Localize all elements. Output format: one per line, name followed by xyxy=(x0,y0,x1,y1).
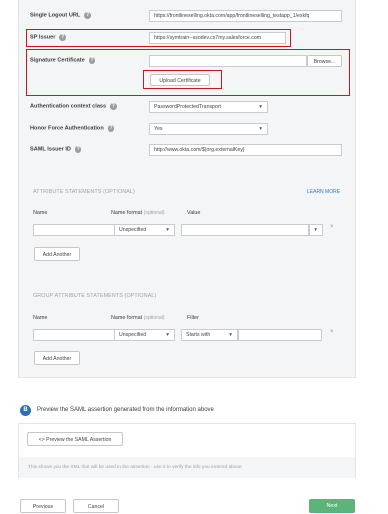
preview-heading: Preview the SAML assertion generated fro… xyxy=(37,407,214,413)
code-icon: <> xyxy=(38,437,45,443)
group-format-header-text: Name format xyxy=(111,315,143,321)
saml-issuer-input[interactable]: http://www.okta.com/${org.externalKey} xyxy=(149,144,342,156)
attr-format-select[interactable]: Unspecified xyxy=(114,224,175,236)
previous-button[interactable]: Previous xyxy=(20,499,66,513)
upload-certificate-button[interactable]: Upload Certificate xyxy=(150,74,210,86)
preview-saml-button[interactable]: <> Preview the SAML Assertion xyxy=(27,432,123,446)
attr-format-value: Unspecified xyxy=(119,227,147,233)
group-format-optional: (optional) xyxy=(143,315,165,321)
single-logout-url-input[interactable]: https://frontlineselling.okta.com/app/fr… xyxy=(149,10,342,22)
group-filter-value: Starts with xyxy=(186,332,211,338)
group-filter-input[interactable] xyxy=(238,329,322,341)
signature-certificate-label: Signature Certificate? xyxy=(30,57,96,64)
next-button[interactable]: Next xyxy=(309,499,355,513)
authn-context-label: Authentication context class? xyxy=(30,103,117,110)
sp-issuer-input[interactable]: https://symtrain--ssodev.cs7my.salesforc… xyxy=(149,32,286,44)
signature-certificate-text: Signature Certificate xyxy=(30,57,85,64)
attr-format-header-text: Name format xyxy=(111,210,143,216)
help-icon[interactable]: ? xyxy=(84,12,91,19)
attr-add-another-button[interactable]: Add Another xyxy=(34,247,80,261)
attr-value-header: Value xyxy=(187,210,201,216)
single-logout-url-label: Single Logout URL? xyxy=(30,12,91,19)
group-filter-select[interactable]: Starts with xyxy=(181,329,238,341)
single-logout-url-text: Single Logout URL xyxy=(30,12,81,19)
group-format-header: Name format (optional) xyxy=(111,315,165,321)
preview-info-text: This shows you the XML that will be used… xyxy=(19,457,355,478)
attr-name-header: Name xyxy=(33,210,48,216)
preview-saml-button-label: Preview the SAML Assertion xyxy=(46,437,112,443)
honor-force-select[interactable]: Yes xyxy=(149,123,268,135)
authn-context-value: PasswordProtectedTransport xyxy=(154,104,221,110)
help-icon[interactable]: ? xyxy=(107,125,115,132)
attr-name-input[interactable] xyxy=(33,224,115,236)
honor-force-label: Honor Force Authentication? xyxy=(30,125,115,132)
sp-issuer-text: SP Issuer xyxy=(30,34,56,41)
remove-group-attribute-icon[interactable]: × xyxy=(330,329,334,335)
remove-attribute-icon[interactable]: × xyxy=(330,224,334,230)
cancel-button[interactable]: Cancel xyxy=(73,499,119,513)
help-icon[interactable]: ? xyxy=(59,34,66,41)
group-add-another-button[interactable]: Add Another xyxy=(34,351,80,365)
saml-issuer-label: SAML Issuer ID? xyxy=(30,146,82,153)
help-icon[interactable]: ? xyxy=(110,103,117,110)
certificate-file-input[interactable] xyxy=(149,55,307,67)
attr-value-input[interactable] xyxy=(181,224,309,236)
saml-issuer-text: SAML Issuer ID xyxy=(30,146,71,153)
group-name-header: Name xyxy=(33,315,48,321)
group-format-value: Unspecified xyxy=(119,332,147,338)
step-b-badge: B xyxy=(20,405,31,416)
group-format-select[interactable]: Unspecified xyxy=(114,329,175,341)
authn-context-text: Authentication context class xyxy=(30,103,107,110)
authn-context-select[interactable]: PasswordProtectedTransport xyxy=(149,101,268,113)
honor-force-text: Honor Force Authentication xyxy=(30,125,104,132)
help-icon[interactable]: ? xyxy=(74,146,82,153)
attr-format-header: Name format (optional) xyxy=(111,210,165,216)
preview-box: <> Preview the SAML Assertion This shows… xyxy=(18,423,356,478)
group-name-input[interactable] xyxy=(33,329,115,341)
attr-value-dropdown[interactable] xyxy=(309,224,323,236)
group-filter-header: Filter xyxy=(187,315,199,321)
group-attribute-statements-title: GROUP ATTRIBUTE STATEMENTS (OPTIONAL) xyxy=(33,293,157,299)
sp-issuer-label: SP Issuer? xyxy=(30,34,66,41)
learn-more-link[interactable]: LEARN MORE xyxy=(307,189,340,195)
attribute-statements-title: ATTRIBUTE STATEMENTS (OPTIONAL) xyxy=(33,189,135,195)
browse-button[interactable]: Browse... xyxy=(307,55,342,67)
help-icon[interactable]: ? xyxy=(88,57,96,64)
honor-force-value: Yes xyxy=(154,126,163,132)
attr-format-optional: (optional) xyxy=(143,210,165,216)
